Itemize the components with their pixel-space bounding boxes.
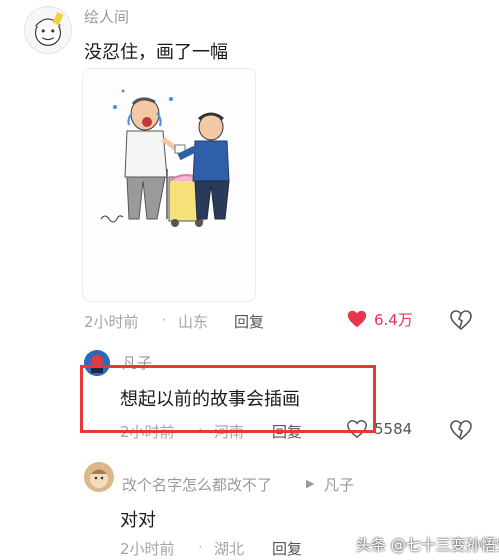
like-count: 6.4万 — [374, 310, 413, 329]
dislike-icon[interactable] — [449, 418, 473, 442]
separator: · — [198, 538, 203, 556]
comment-image[interactable] — [82, 68, 256, 302]
reply-button[interactable]: 回复 — [272, 538, 302, 559]
dislike-icon[interactable] — [449, 308, 473, 332]
heart-filled-icon — [347, 310, 367, 328]
comment-time: 2小时前 — [120, 540, 175, 558]
avatar[interactable] — [84, 462, 114, 492]
like-count: 5584 — [374, 420, 413, 438]
comment-location: 山东 — [178, 313, 209, 331]
separator: · — [162, 311, 167, 329]
illustration — [100, 89, 230, 227]
comment-username[interactable]: 改个名字怎么都改不了 — [122, 474, 272, 495]
watermark: 头条 @七十三变孙悟空 — [356, 536, 499, 554]
avatar[interactable] — [24, 6, 72, 54]
comment-text: 对对 — [120, 510, 156, 531]
highlight-box — [80, 365, 376, 433]
like-button[interactable]: 6.4万 — [346, 308, 413, 330]
reply-button[interactable]: 回复 — [234, 311, 264, 332]
comment-username[interactable]: 绘人间 — [84, 6, 129, 27]
reply-arrow-icon: ▶ — [306, 477, 315, 490]
reply-to-username[interactable]: 凡子 — [324, 474, 354, 495]
comment-time: 2小时前 — [84, 313, 139, 331]
comment-location: 湖北 — [214, 540, 245, 558]
comment-text: 没忍住，画了一幅 — [84, 42, 228, 63]
